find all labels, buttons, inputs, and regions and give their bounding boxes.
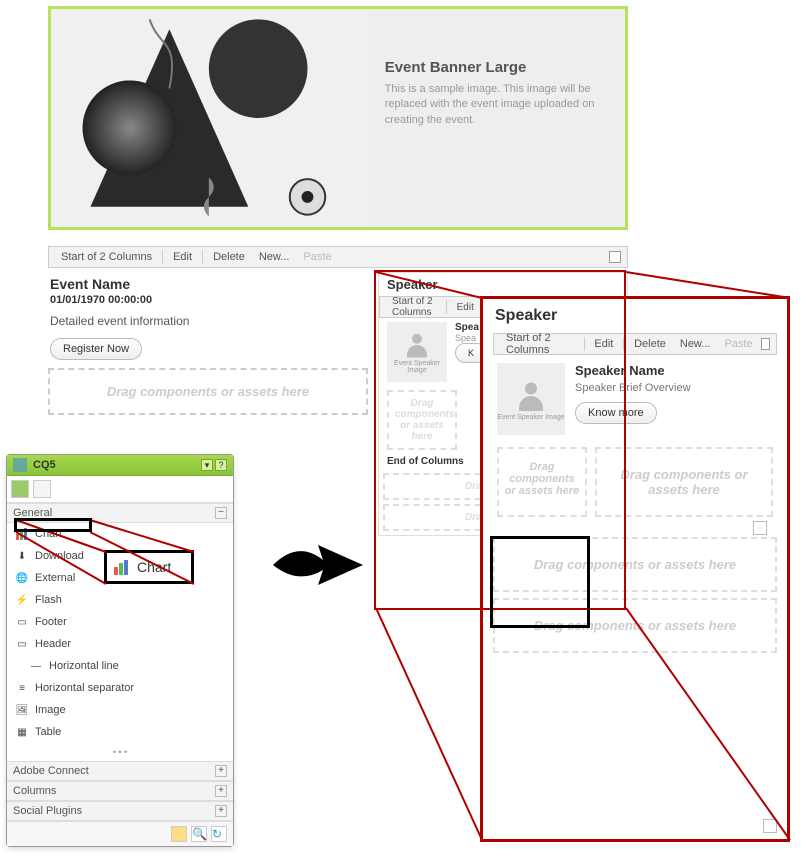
toolbar-edit[interactable]: Edit xyxy=(167,251,198,263)
external-icon: 🌐 xyxy=(15,571,29,585)
group-general[interactable]: General − xyxy=(7,503,233,523)
component-horizontal-separator[interactable]: ≡ Horizontal separator xyxy=(7,677,233,699)
drag-arrow-icon xyxy=(268,530,368,603)
zoom-mid-checkbox[interactable] xyxy=(753,521,767,535)
chart-drag-label: Chart xyxy=(137,559,171,575)
component-horizontal-line[interactable]: — Horizontal line xyxy=(7,655,233,677)
toolbar-delete[interactable]: Delete xyxy=(207,251,251,263)
zoom-toolbar-edit[interactable]: Edit xyxy=(588,338,619,350)
chart-icon xyxy=(113,558,131,576)
dropzone-main[interactable]: Drag components or assets here xyxy=(48,368,368,415)
group-adobe-connect[interactable]: Adobe Connect + xyxy=(7,761,233,781)
expand-icon[interactable]: + xyxy=(215,805,227,817)
download-icon: ⬇ xyxy=(15,549,29,563)
toolbar-paste: Paste xyxy=(297,251,337,263)
palette-tab-page[interactable] xyxy=(33,480,51,498)
collapse-icon[interactable]: − xyxy=(215,507,227,519)
toolbar-start-columns: Start of 2 Columns xyxy=(55,251,158,263)
palette-close-icon[interactable]: ? xyxy=(215,459,227,471)
header-icon: ▭ xyxy=(15,637,29,651)
expand-icon[interactable]: + xyxy=(215,765,227,777)
table-icon: ▦ xyxy=(15,725,29,739)
event-banner: Event Banner Large This is a sample imag… xyxy=(48,6,628,230)
palette-title: CQ5 xyxy=(33,459,199,471)
page-toolbar: Start of 2 Columns Edit Delete New... Pa… xyxy=(48,246,628,268)
zoom-dropzone-wide-2[interactable]: Drag components or assets here xyxy=(493,598,777,653)
know-more-button[interactable]: Know more xyxy=(575,402,657,424)
banner-art-placeholder xyxy=(51,9,367,227)
toolbar-checkbox[interactable] xyxy=(609,251,621,263)
zoom-dropzone-right[interactable]: Drag components or assets here xyxy=(595,447,773,517)
banner-desc: This is a sample image. This image will … xyxy=(385,82,607,128)
zoom-speaker-image-placeholder: Event Speaker Image xyxy=(497,363,565,435)
component-footer[interactable]: ▭ Footer xyxy=(7,611,233,633)
palette-tabs xyxy=(7,476,233,503)
toolbar-new[interactable]: New... xyxy=(253,251,296,263)
register-button[interactable]: Register Now xyxy=(50,338,142,360)
chart-drag-ghost: Chart xyxy=(104,550,194,584)
speaker-image-placeholder-bg: Event Speaker Image xyxy=(387,322,447,382)
footer-refresh-icon[interactable]: ↻ xyxy=(211,826,227,842)
footer-icon: ▭ xyxy=(15,615,29,629)
zoom-dropzone-left[interactable]: Drag components or assets here xyxy=(497,447,587,517)
expand-icon[interactable]: + xyxy=(215,785,227,797)
zoom-toolbar-checkbox[interactable] xyxy=(761,338,770,350)
zoom-dropzone-wide-1[interactable]: Drag components or assets here xyxy=(493,537,777,592)
zoom-toolbar-paste: Paste xyxy=(718,338,758,350)
flash-icon: ⚡ xyxy=(15,593,29,607)
zoom-speaker-brief: Speaker Brief Overview xyxy=(575,382,773,394)
sidekick-palette[interactable]: CQ5 ▾ ? General − Chart ⬇ Download 🌐 Ext… xyxy=(6,454,234,847)
component-image[interactable]: 🖼 Image xyxy=(7,699,233,721)
zoom-callout: Speaker Start of 2 Columns Edit Delete N… xyxy=(480,296,790,842)
footer-preview-icon[interactable]: 🔍 xyxy=(191,826,207,842)
zoom-toolbar: Start of 2 Columns Edit Delete New... Pa… xyxy=(493,333,777,355)
group-columns[interactable]: Columns + xyxy=(7,781,233,801)
palette-footer: 🔍 ↻ xyxy=(7,821,233,846)
zoom-speaker-heading: Speaker xyxy=(483,299,787,333)
zoom-toolbar-delete[interactable]: Delete xyxy=(628,338,672,350)
hsep-icon: ≡ xyxy=(15,681,29,695)
component-header[interactable]: ▭ Header xyxy=(7,633,233,655)
footer-edit-icon[interactable] xyxy=(171,826,187,842)
image-icon: 🖼 xyxy=(15,703,29,717)
zoom-toolbar-start: Start of 2 Columns xyxy=(500,332,580,356)
component-flash[interactable]: ⚡ Flash xyxy=(7,589,233,611)
component-table[interactable]: ▦ Table xyxy=(7,721,233,743)
zoom-toolbar-new[interactable]: New... xyxy=(674,338,717,350)
palette-collapse-icon[interactable]: ▾ xyxy=(201,459,213,471)
palette-header[interactable]: CQ5 ▾ ? xyxy=(7,455,233,476)
zoom-speaker-name: Speaker Name xyxy=(575,363,773,378)
zoom-bottom-checkbox[interactable] xyxy=(763,819,777,833)
group-social-plugins[interactable]: Social Plugins + xyxy=(7,801,233,821)
palette-tab-components[interactable] xyxy=(11,480,29,498)
speaker-heading-bg: Speaker xyxy=(379,273,627,296)
component-chart[interactable]: Chart xyxy=(7,523,233,545)
chart-icon xyxy=(15,527,29,541)
hline-icon: — xyxy=(29,659,43,673)
banner-title: Event Banner Large xyxy=(385,59,607,76)
cq-cube-icon xyxy=(13,458,27,472)
